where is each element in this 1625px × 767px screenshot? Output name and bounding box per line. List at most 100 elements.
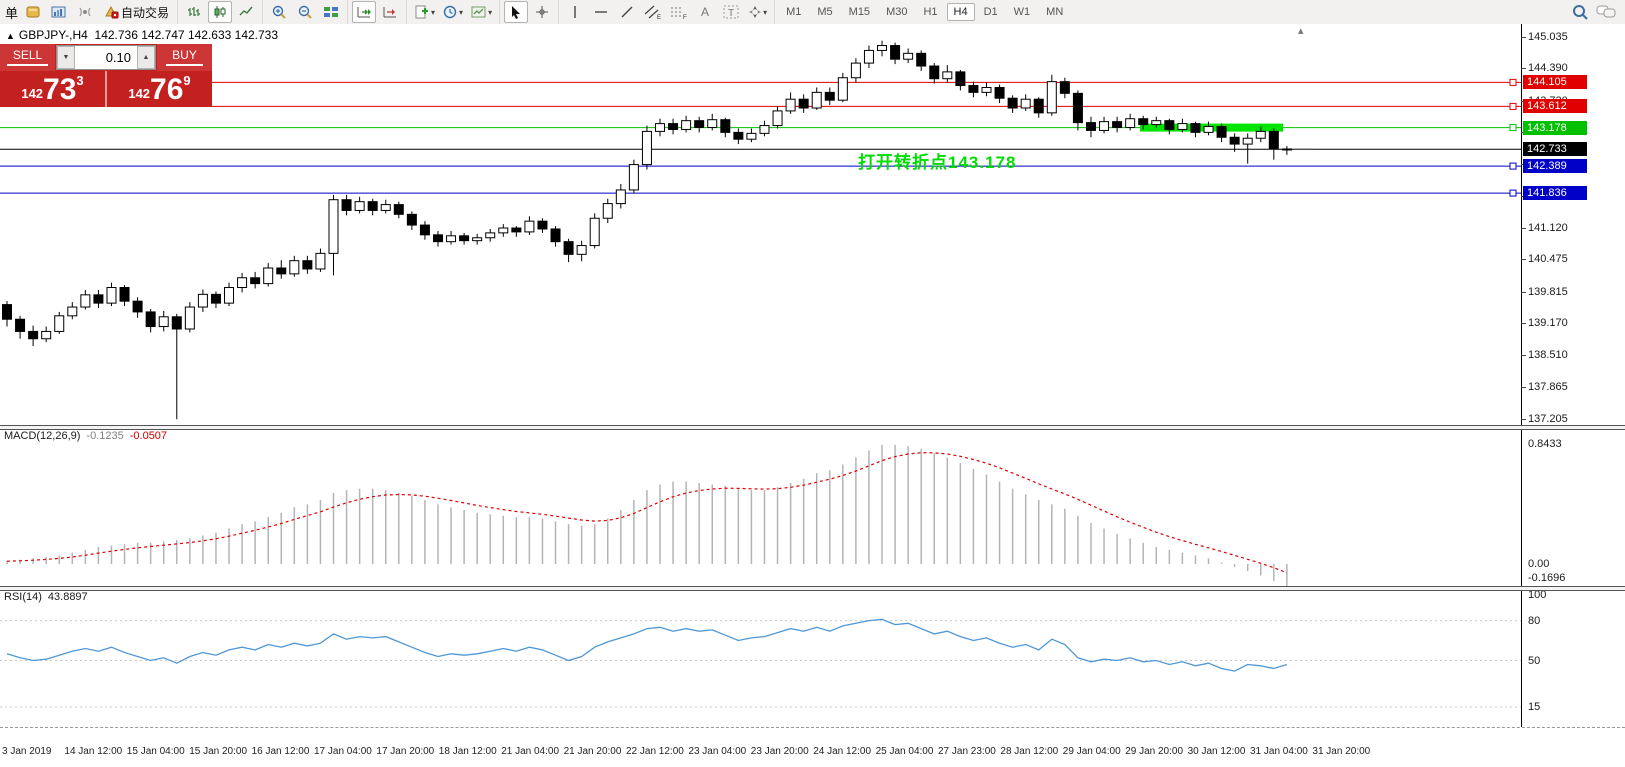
timeframe-M30[interactable]: M30 [879,3,914,21]
svg-text:T: T [728,8,734,19]
arrows-icon[interactable]: ▾ [745,1,770,23]
volume-stepper: ▼ 0.10 ▲ [56,45,156,70]
axis-tick-label: 15 [1528,701,1540,713]
volume-up-button[interactable]: ▲ [137,46,155,69]
toolbar-group-timeframes: M1M5M15M30H1H4D1W1MN [774,0,1074,24]
periods-icon[interactable]: ▾ [440,1,466,23]
timeframe-MN[interactable]: MN [1039,3,1070,21]
chart-shift-marker[interactable]: ▴ [1298,24,1304,37]
buy-button[interactable]: BUY [157,44,212,71]
chat-icon[interactable] [1594,1,1618,23]
price-badge: 142.733 [1523,142,1587,156]
horizontal-line-icon[interactable] [589,1,613,23]
time-axis[interactable]: 3 Jan 201914 Jan 12:0015 Jan 04:0015 Jan… [0,727,1625,767]
time-axis-label: 30 Jan 12:00 [1188,746,1246,757]
auto-scroll-icon[interactable] [352,1,376,23]
bar-chart-icon[interactable] [182,1,206,23]
sell-button[interactable]: SELL [0,44,55,71]
axis-tick [1521,292,1526,293]
main-chart-panel: ▲GBPJPY-,H4 142.736 142.747 142.633 142.… [0,24,1625,425]
mt4-window: 单 自动交易 ▾ ▾ ▾ [0,0,1625,767]
panel-splitter[interactable] [0,425,1625,430]
time-axis-label: 16 Jan 12:00 [252,746,310,757]
trendline-icon[interactable] [615,1,639,23]
timeframe-M5[interactable]: M5 [810,3,839,21]
time-axis-label: 17 Jan 04:00 [314,746,372,757]
toolbar-group-zoom [262,0,347,24]
axis-tick [1521,37,1526,38]
indicators-caret-icon[interactable]: ▾ [431,8,435,17]
axis-tick-label: 137.865 [1528,381,1568,393]
search-icon[interactable] [1568,1,1592,23]
new-order-button[interactable]: 单 [3,3,20,22]
time-axis-label: 3 Jan 2019 [2,746,52,757]
time-axis-label: 15 Jan 20:00 [189,746,247,757]
macd-main-value: -0.1235 [86,430,123,442]
periods-caret-icon[interactable]: ▾ [459,8,463,17]
toolbar-group-lines: E F A T ▾ [558,0,774,24]
crosshair-icon[interactable] [530,1,554,23]
cursor-icon[interactable] [504,1,528,23]
auto-trading-icon[interactable]: 自动交易 [99,1,173,23]
rsi-panel: RSI(14)43.8897 100805015 [0,589,1625,727]
volume-down-button[interactable]: ▼ [57,46,75,69]
axis-tick-label: 0.8433 [1528,438,1562,450]
symbol-info: ▲GBPJPY-,H4 142.736 142.747 142.633 142.… [6,28,278,42]
chart-shift-icon[interactable] [378,1,402,23]
time-axis-label: 25 Jan 04:00 [876,746,934,757]
panel-splitter-2[interactable] [0,586,1625,591]
fibonacci-icon[interactable]: F [667,1,691,23]
axis-tick-label: 80 [1528,615,1540,627]
time-axis-label: 29 Jan 04:00 [1063,746,1121,757]
macd-panel: MACD(12,26,9)-0.1235-0.0507 0.84330.00-0… [0,428,1625,586]
axis-tick [1521,419,1526,420]
new-chart-icon[interactable] [47,1,71,23]
toolbar-group-scroll [347,0,406,24]
templates-icon[interactable]: ▾ [468,1,495,23]
text-label-icon[interactable]: T [719,1,743,23]
axis-tick-label: 140.475 [1528,253,1568,265]
rsi-canvas[interactable] [0,589,1522,727]
templates-caret-icon[interactable]: ▾ [488,8,492,17]
price-badge: 142.389 [1523,159,1587,173]
indicators-icon[interactable]: ▾ [411,1,438,23]
zoom-in-icon[interactable] [267,1,291,23]
axis-tick-label: 144.390 [1528,62,1568,74]
time-axis-label: 31 Jan 04:00 [1250,746,1308,757]
symbol-name: GBPJPY-,H4 [19,28,88,42]
timeframe-W1[interactable]: W1 [1007,3,1038,21]
equidistant-channel-icon[interactable]: E [641,1,665,23]
rsi-value: 43.8897 [48,591,88,603]
axis-tick-label: 139.815 [1528,286,1568,298]
time-axis-label: 23 Jan 04:00 [688,746,746,757]
macd-label: MACD(12,26,9)-0.1235-0.0507 [4,430,167,442]
vertical-line-icon[interactable] [563,1,587,23]
axis-tick [1521,387,1526,388]
axis-tick-label: -0.1696 [1528,572,1565,584]
axis-tick [1521,259,1526,260]
timeframe-D1[interactable]: D1 [977,3,1005,21]
zoom-out-icon[interactable] [293,1,317,23]
candlestick-chart-icon[interactable] [208,1,232,23]
volume-input[interactable]: 0.10 [75,46,137,69]
arrows-caret-icon[interactable]: ▾ [763,8,767,17]
toolbar-right [1567,1,1625,23]
sell-price[interactable]: 142733 [0,71,107,107]
timeframe-M1[interactable]: M1 [779,3,808,21]
market-watch-icon[interactable] [21,1,45,23]
macd-canvas[interactable] [0,428,1522,586]
timeframe-H4[interactable]: H4 [947,3,975,21]
price-chart-canvas[interactable] [0,24,1522,425]
time-axis-label: 23 Jan 20:00 [751,746,809,757]
svg-text:F: F [683,15,687,20]
one-click-trading-widget: SELL ▼ 0.10 ▲ BUY 142733 142769 [0,44,212,107]
tile-windows-icon[interactable] [319,1,343,23]
signals-icon[interactable] [73,1,97,23]
line-chart-icon[interactable] [234,1,258,23]
svg-text:A: A [701,5,709,19]
rsi-label: RSI(14)43.8897 [4,591,88,603]
timeframe-M15[interactable]: M15 [842,3,877,21]
timeframe-H1[interactable]: H1 [916,3,944,21]
buy-price[interactable]: 142769 [107,71,212,107]
text-icon[interactable]: A [693,1,717,23]
